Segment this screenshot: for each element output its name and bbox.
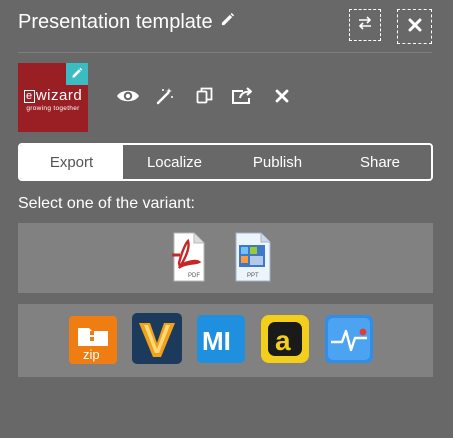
pencil-icon: [71, 67, 83, 82]
pulse-app-icon[interactable]: [325, 315, 373, 368]
ppt-file-icon[interactable]: PPT: [233, 231, 273, 288]
magic-wand-icon: [156, 87, 174, 110]
variant-prompt: Select one of the variant:: [18, 195, 195, 212]
share-button[interactable]: [229, 86, 257, 110]
title-text: Presentation template: [18, 11, 213, 33]
preview-button[interactable]: [114, 86, 142, 110]
eye-icon: [116, 88, 140, 109]
close-panel-button[interactable]: [397, 9, 432, 44]
duplicate-button[interactable]: [193, 86, 215, 110]
pdf-file-icon[interactable]: PDF: [168, 231, 208, 288]
ewizard-logo: e wizard growing together: [21, 88, 85, 113]
zip-folder-icon[interactable]: zip: [69, 316, 117, 369]
export-formats-documents: PDF PPT: [18, 223, 433, 293]
tab-localize[interactable]: Localize: [123, 145, 226, 179]
delete-button[interactable]: [271, 86, 293, 110]
page-title: Presentation template: [18, 9, 235, 35]
swap-button[interactable]: [349, 9, 381, 41]
close-icon: [275, 89, 289, 108]
tab-bar: Export Localize Publish Share: [18, 143, 433, 181]
svg-text:zip: zip: [83, 347, 100, 362]
veeva-icon[interactable]: [132, 313, 182, 369]
swap-arrows-icon: [357, 15, 373, 36]
tab-publish[interactable]: Publish: [226, 145, 329, 179]
svg-text:MI: MI: [202, 326, 231, 356]
share-out-icon: [231, 86, 255, 110]
svg-text:PDF: PDF: [188, 273, 200, 279]
tab-export[interactable]: Export: [20, 145, 123, 179]
mi-icon[interactable]: MI: [197, 315, 245, 368]
svg-text:PPT: PPT: [247, 273, 259, 279]
thumbnail-edit-button[interactable]: [66, 63, 88, 85]
a-icon[interactable]: a: [261, 315, 309, 368]
pencil-icon[interactable]: [220, 9, 235, 35]
header-divider: [18, 52, 432, 53]
template-thumbnail[interactable]: e wizard growing together: [18, 63, 88, 132]
copy-icon: [196, 87, 213, 109]
svg-text:a: a: [275, 325, 291, 356]
export-formats-platforms: zip MI a: [18, 304, 433, 377]
magic-button[interactable]: [154, 86, 176, 110]
tab-share[interactable]: Share: [329, 145, 431, 179]
close-icon: [408, 15, 422, 38]
